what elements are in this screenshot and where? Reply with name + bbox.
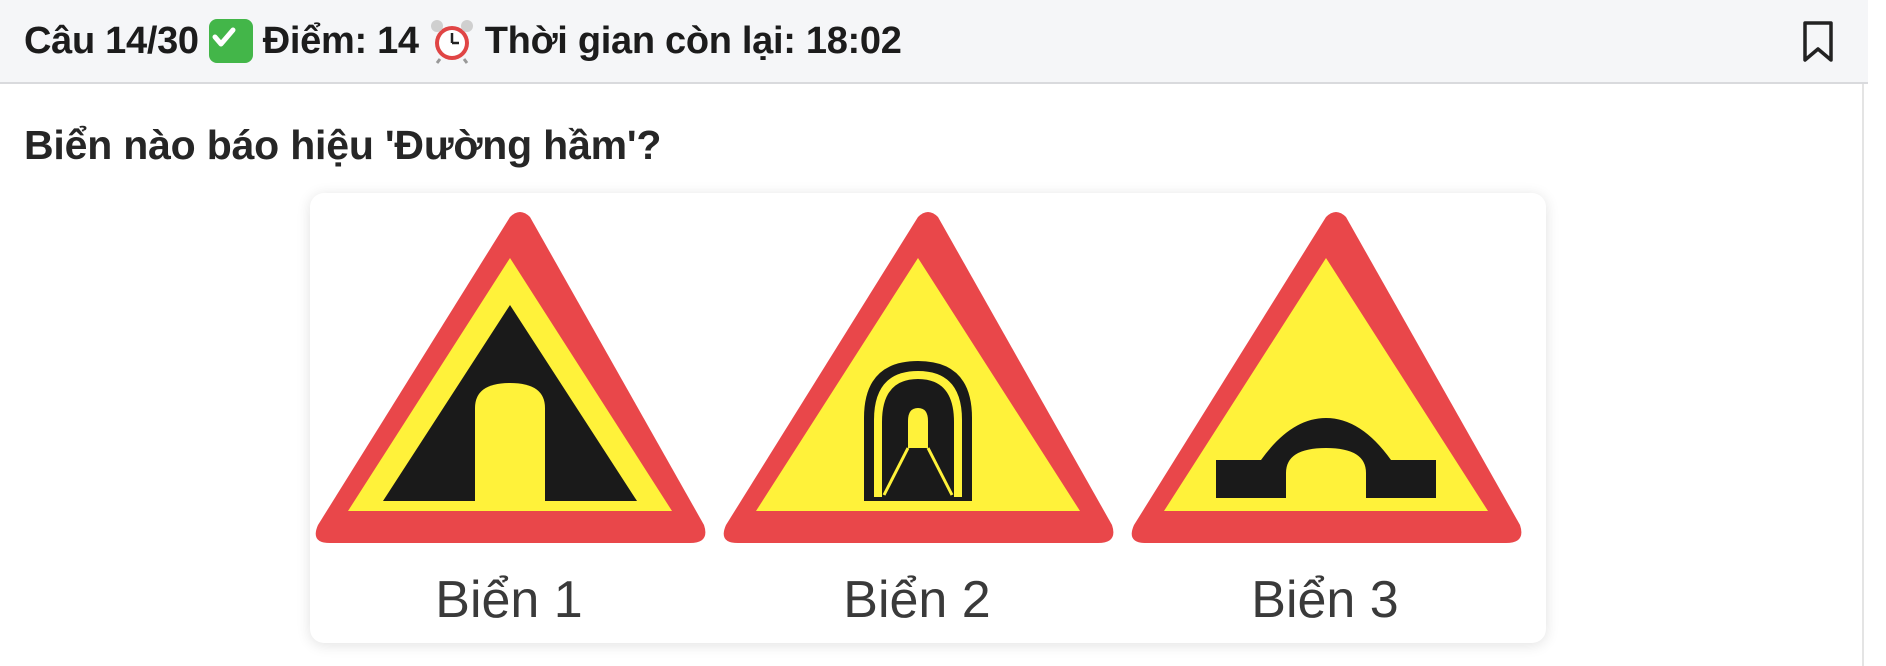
question-counter: Câu 14/30 (24, 19, 199, 62)
score: Điểm: 14 (262, 19, 419, 62)
sign-3-label: Biển 3 (1251, 571, 1399, 629)
time-remaining: Thời gian còn lại: 18:02 (484, 19, 902, 62)
question-text: Biển nào báo hiệu 'Đường hầm'? (24, 122, 662, 168)
sign-3-bridge-icon (1131, 212, 1522, 543)
quiz-status: Câu 14/30 Điểm: 14 Thời gian còn lại: 18… (24, 18, 902, 64)
sign-1-label: Biển 1 (435, 571, 583, 629)
check-icon (208, 19, 253, 63)
sign-2-tunnel-icon (723, 212, 1114, 543)
sign-1-tunnel-entrance-icon (315, 212, 706, 543)
sign-2-label: Biển 2 (843, 571, 991, 629)
content-border (1862, 84, 1864, 666)
bookmark-icon[interactable] (1796, 18, 1840, 66)
top-status-bar: Câu 14/30 Điểm: 14 Thời gian còn lại: 18… (0, 0, 1868, 84)
alarm-clock-icon (429, 18, 475, 64)
